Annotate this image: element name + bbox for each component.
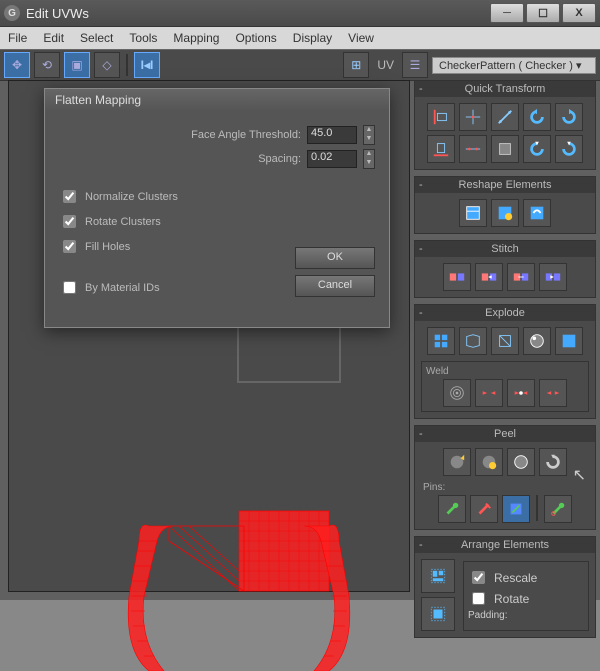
collapse-icon[interactable]: - [419, 243, 423, 255]
rotate-90-ccw-icon[interactable] [523, 135, 551, 163]
arrange-rollout: -Arrange Elements Rescale Rotate Padding… [414, 536, 596, 638]
menu-select[interactable]: Select [80, 31, 113, 45]
menu-view[interactable]: View [348, 31, 374, 45]
cancel-button[interactable]: Cancel [295, 275, 375, 297]
flatten-by-face-icon[interactable] [459, 327, 487, 355]
quick-transform-rollout: -Quick Transform [414, 80, 596, 170]
flatten-by-poly-icon[interactable] [491, 327, 519, 355]
pin-remove-icon[interactable] [470, 495, 498, 523]
align-middle-icon[interactable] [459, 135, 487, 163]
collapse-icon[interactable]: - [419, 179, 423, 191]
weld-group-label: Weld [426, 366, 584, 377]
collapse-icon[interactable]: - [419, 539, 423, 551]
flatten-mapping-dialog: Flatten Mapping Face Angle Threshold: 45… [44, 88, 390, 328]
weld-all-icon[interactable] [507, 379, 535, 407]
menu-edit[interactable]: Edit [43, 31, 64, 45]
face-angle-spinner[interactable]: ▲▼ [363, 125, 375, 145]
pin-select-icon[interactable] [502, 495, 530, 523]
stitch-source-icon[interactable] [475, 263, 503, 291]
freeform-tool-icon[interactable]: ◇ [94, 52, 120, 78]
menu-tools[interactable]: Tools [129, 31, 157, 45]
peel-mode-icon[interactable] [475, 448, 503, 476]
pins-label: Pins: [423, 482, 587, 493]
stitch-selected-icon[interactable] [443, 263, 471, 291]
align-left-icon[interactable] [427, 103, 455, 131]
move-tool-icon[interactable]: ✥ [4, 52, 30, 78]
menu-options[interactable]: Options [235, 31, 276, 45]
stitch-average-icon[interactable] [507, 263, 535, 291]
explode-rollout: -Explode Weld [414, 304, 596, 419]
break-icon[interactable] [427, 327, 455, 355]
ok-button[interactable]: OK [295, 247, 375, 269]
align-bottom-icon[interactable] [427, 135, 455, 163]
rotate-90-cw-icon[interactable] [555, 135, 583, 163]
peel-rollout: -Peel Pins: [414, 425, 596, 530]
rotate-tool-icon[interactable]: ⟲ [34, 52, 60, 78]
spacing-input[interactable]: 0.02 [307, 150, 357, 168]
rotate-cw-icon[interactable] [555, 103, 583, 131]
pin-add-icon[interactable] [438, 495, 466, 523]
pack-normalize-icon[interactable] [421, 597, 455, 631]
uv-options-icon[interactable]: ☰ [402, 52, 428, 78]
relax-icon[interactable] [491, 199, 519, 227]
menu-mapping[interactable]: Mapping [173, 31, 219, 45]
stitch-rollout: -Stitch [414, 240, 596, 298]
app-icon: G [4, 5, 20, 21]
menu-file[interactable]: File [8, 31, 27, 45]
uv-label: UV [377, 58, 394, 72]
face-angle-input[interactable]: 45.0 [307, 126, 357, 144]
maximize-button[interactable]: ☐ [526, 3, 560, 23]
menu-display[interactable]: Display [293, 31, 332, 45]
space-evenly-icon[interactable] [491, 135, 519, 163]
scale-tool-icon[interactable]: ▣ [64, 52, 90, 78]
spacing-label: Spacing: [258, 153, 301, 165]
align-center-icon[interactable] [459, 103, 487, 131]
show-map-icon[interactable]: ⊞ [343, 52, 369, 78]
straighten-icon[interactable] [459, 199, 487, 227]
weld-selected-icon[interactable] [443, 379, 471, 407]
rescale-checkbox[interactable] [472, 571, 485, 584]
main-toolbar: ✥ ⟲ ▣ ◇ I◂I ⊞ UV ☰ CheckerPattern ( Chec… [0, 49, 600, 81]
normalize-checkbox[interactable] [63, 190, 76, 203]
padding-label: Padding: [468, 610, 584, 621]
relax-until-flat-icon[interactable] [523, 199, 551, 227]
rotate-checkbox[interactable] [472, 592, 485, 605]
reset-peel-icon[interactable] [539, 448, 567, 476]
titlebar: G Edit UVWs ─ ☐ X [0, 0, 600, 27]
rotate-ccw-icon[interactable] [523, 103, 551, 131]
spacing-spinner[interactable]: ▲▼ [363, 149, 375, 169]
mirror-tool-icon[interactable]: I◂I [134, 52, 160, 78]
pelt-map-icon[interactable] [507, 448, 535, 476]
minimize-button[interactable]: ─ [490, 3, 524, 23]
weld-to-target-icon[interactable] [475, 379, 503, 407]
close-button[interactable]: X [562, 3, 596, 23]
flatten-by-smg-icon[interactable] [523, 327, 551, 355]
dialog-title: Flatten Mapping [45, 89, 389, 111]
quick-peel-icon[interactable] [443, 448, 471, 476]
by-material-checkbox[interactable] [63, 281, 76, 294]
uv-mesh [89, 451, 369, 671]
collapse-icon[interactable]: - [419, 428, 423, 440]
reshape-rollout: -Reshape Elements [414, 176, 596, 234]
linear-align-icon[interactable] [491, 103, 519, 131]
fill-holes-checkbox[interactable] [63, 240, 76, 253]
rotate-clusters-checkbox[interactable] [63, 215, 76, 228]
break-weld-icon[interactable] [539, 379, 567, 407]
texture-dropdown[interactable]: CheckerPattern ( Checker ) ▾ [432, 57, 596, 74]
pack-together-icon[interactable] [421, 559, 455, 593]
collapse-icon[interactable]: - [419, 83, 423, 95]
menubar: File Edit Select Tools Mapping Options D… [0, 27, 600, 49]
pin-auto-icon[interactable] [544, 495, 572, 523]
face-angle-label: Face Angle Threshold: [191, 129, 301, 141]
window-title: Edit UVWs [26, 6, 490, 21]
side-panel: -Quick Transform -Reshape Elements [414, 80, 596, 600]
collapse-icon[interactable]: - [419, 307, 423, 319]
stitch-target-icon[interactable] [539, 263, 567, 291]
flatten-by-matid-icon[interactable] [555, 327, 583, 355]
